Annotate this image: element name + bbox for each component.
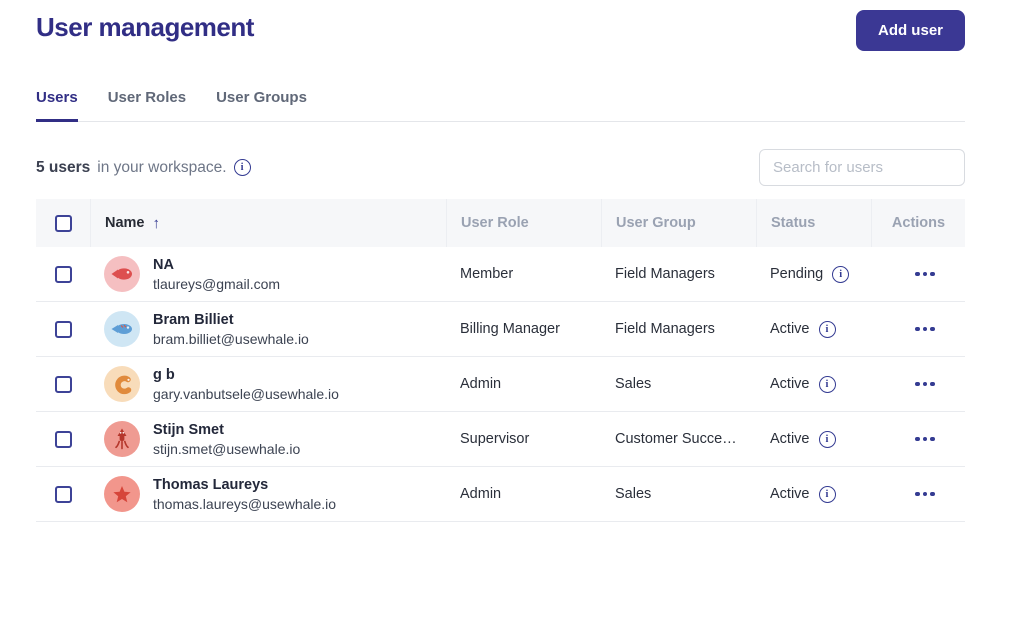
- table-row: Stijn Smet stijn.smet@usewhale.io Superv…: [36, 412, 965, 467]
- status-info-icon[interactable]: i: [819, 321, 836, 338]
- row-checkbox[interactable]: [55, 266, 72, 283]
- user-role: Supervisor: [446, 431, 601, 447]
- user-name: Thomas Laureys: [153, 477, 336, 493]
- table-row: Bram Billiet bram.billiet@usewhale.io Bi…: [36, 302, 965, 357]
- row-actions-button[interactable]: [909, 486, 941, 503]
- user-group: Field Managers: [601, 266, 756, 282]
- workspace-summary: 5 users in your workspace. i: [36, 159, 251, 177]
- user-management-page: User management Add user Users User Role…: [0, 0, 1024, 522]
- header-actions: Actions: [871, 199, 965, 247]
- page-title: User management: [36, 10, 254, 43]
- actions-cell: [871, 321, 965, 338]
- status-cell: Active i: [756, 376, 871, 393]
- shrimp-icon: [104, 366, 140, 402]
- row-checkbox[interactable]: [55, 321, 72, 338]
- user-name: g b: [153, 367, 339, 383]
- top-bar: User management Add user: [36, 10, 965, 51]
- row-actions-button[interactable]: [909, 376, 941, 393]
- status-text: Active: [770, 486, 810, 502]
- fish-icon: [104, 256, 140, 292]
- user-email: thomas.laureys@usewhale.io: [153, 496, 336, 512]
- actions-cell: [871, 431, 965, 448]
- status-cell: Active i: [756, 486, 871, 503]
- user-email: tlaureys@gmail.com: [153, 276, 280, 292]
- user-group: Customer Succe…: [601, 431, 756, 447]
- user-cell: Bram Billiet bram.billiet@usewhale.io: [90, 311, 446, 347]
- user-group: Field Managers: [601, 321, 756, 337]
- status-info-icon[interactable]: i: [832, 266, 849, 283]
- tab-bar: Users User Roles User Groups: [36, 89, 965, 122]
- header-name[interactable]: Name ↑: [90, 199, 446, 247]
- sort-ascending-icon[interactable]: ↑: [153, 215, 161, 232]
- header-user-group: User Group: [601, 199, 756, 247]
- user-role: Admin: [446, 486, 601, 502]
- user-group: Sales: [601, 486, 756, 502]
- user-group: Sales: [601, 376, 756, 392]
- search-input[interactable]: [759, 149, 965, 186]
- user-name: Bram Billiet: [153, 312, 309, 328]
- fish-icon: [104, 311, 140, 347]
- status-text: Active: [770, 376, 810, 392]
- actions-cell: [871, 486, 965, 503]
- user-email: bram.billiet@usewhale.io: [153, 331, 309, 347]
- info-icon[interactable]: i: [234, 159, 251, 176]
- toolbar: 5 users in your workspace. i: [36, 149, 965, 186]
- row-actions-button[interactable]: [909, 266, 941, 283]
- user-name: Stijn Smet: [153, 422, 300, 438]
- add-user-button[interactable]: Add user: [856, 10, 965, 51]
- table-row: Thomas Laureys thomas.laureys@usewhale.i…: [36, 467, 965, 522]
- row-checkbox[interactable]: [55, 376, 72, 393]
- status-info-icon[interactable]: i: [819, 486, 836, 503]
- user-role: Admin: [446, 376, 601, 392]
- user-email: stijn.smet@usewhale.io: [153, 441, 300, 457]
- table-row: g b gary.vanbutsele@usewhale.io Admin Sa…: [36, 357, 965, 412]
- tab-users[interactable]: Users: [36, 89, 78, 122]
- user-cell: NA tlaureys@gmail.com: [90, 256, 446, 292]
- status-cell: Pending i: [756, 266, 871, 283]
- status-text: Pending: [770, 266, 823, 282]
- table-row: NA tlaureys@gmail.com Member Field Manag…: [36, 247, 965, 302]
- summary-text: in your workspace.: [97, 159, 226, 177]
- header-user-role: User Role: [446, 199, 601, 247]
- user-cell: g b gary.vanbutsele@usewhale.io: [90, 366, 446, 402]
- status-text: Active: [770, 321, 810, 337]
- user-name: NA: [153, 257, 280, 273]
- users-table: Name ↑ User Role User Group Status Actio…: [36, 199, 965, 522]
- user-cell: Stijn Smet stijn.smet@usewhale.io: [90, 421, 446, 457]
- table-header-row: Name ↑ User Role User Group Status Actio…: [36, 199, 965, 247]
- status-text: Active: [770, 431, 810, 447]
- row-checkbox[interactable]: [55, 431, 72, 448]
- row-checkbox[interactable]: [55, 486, 72, 503]
- starfish-icon: [104, 476, 140, 512]
- row-actions-button[interactable]: [909, 321, 941, 338]
- user-email: gary.vanbutsele@usewhale.io: [153, 386, 339, 402]
- tab-user-roles[interactable]: User Roles: [108, 89, 186, 121]
- select-all-checkbox[interactable]: [55, 215, 72, 232]
- tab-user-groups[interactable]: User Groups: [216, 89, 307, 121]
- header-select-all-cell: [36, 199, 90, 247]
- row-actions-button[interactable]: [909, 431, 941, 448]
- status-cell: Active i: [756, 431, 871, 448]
- squid-icon: [104, 421, 140, 457]
- user-role: Member: [446, 266, 601, 282]
- user-count: 5 users: [36, 159, 90, 177]
- status-cell: Active i: [756, 321, 871, 338]
- status-info-icon[interactable]: i: [819, 376, 836, 393]
- header-status: Status: [756, 199, 871, 247]
- status-info-icon[interactable]: i: [819, 431, 836, 448]
- actions-cell: [871, 266, 965, 283]
- actions-cell: [871, 376, 965, 393]
- user-cell: Thomas Laureys thomas.laureys@usewhale.i…: [90, 476, 446, 512]
- user-role: Billing Manager: [446, 321, 601, 337]
